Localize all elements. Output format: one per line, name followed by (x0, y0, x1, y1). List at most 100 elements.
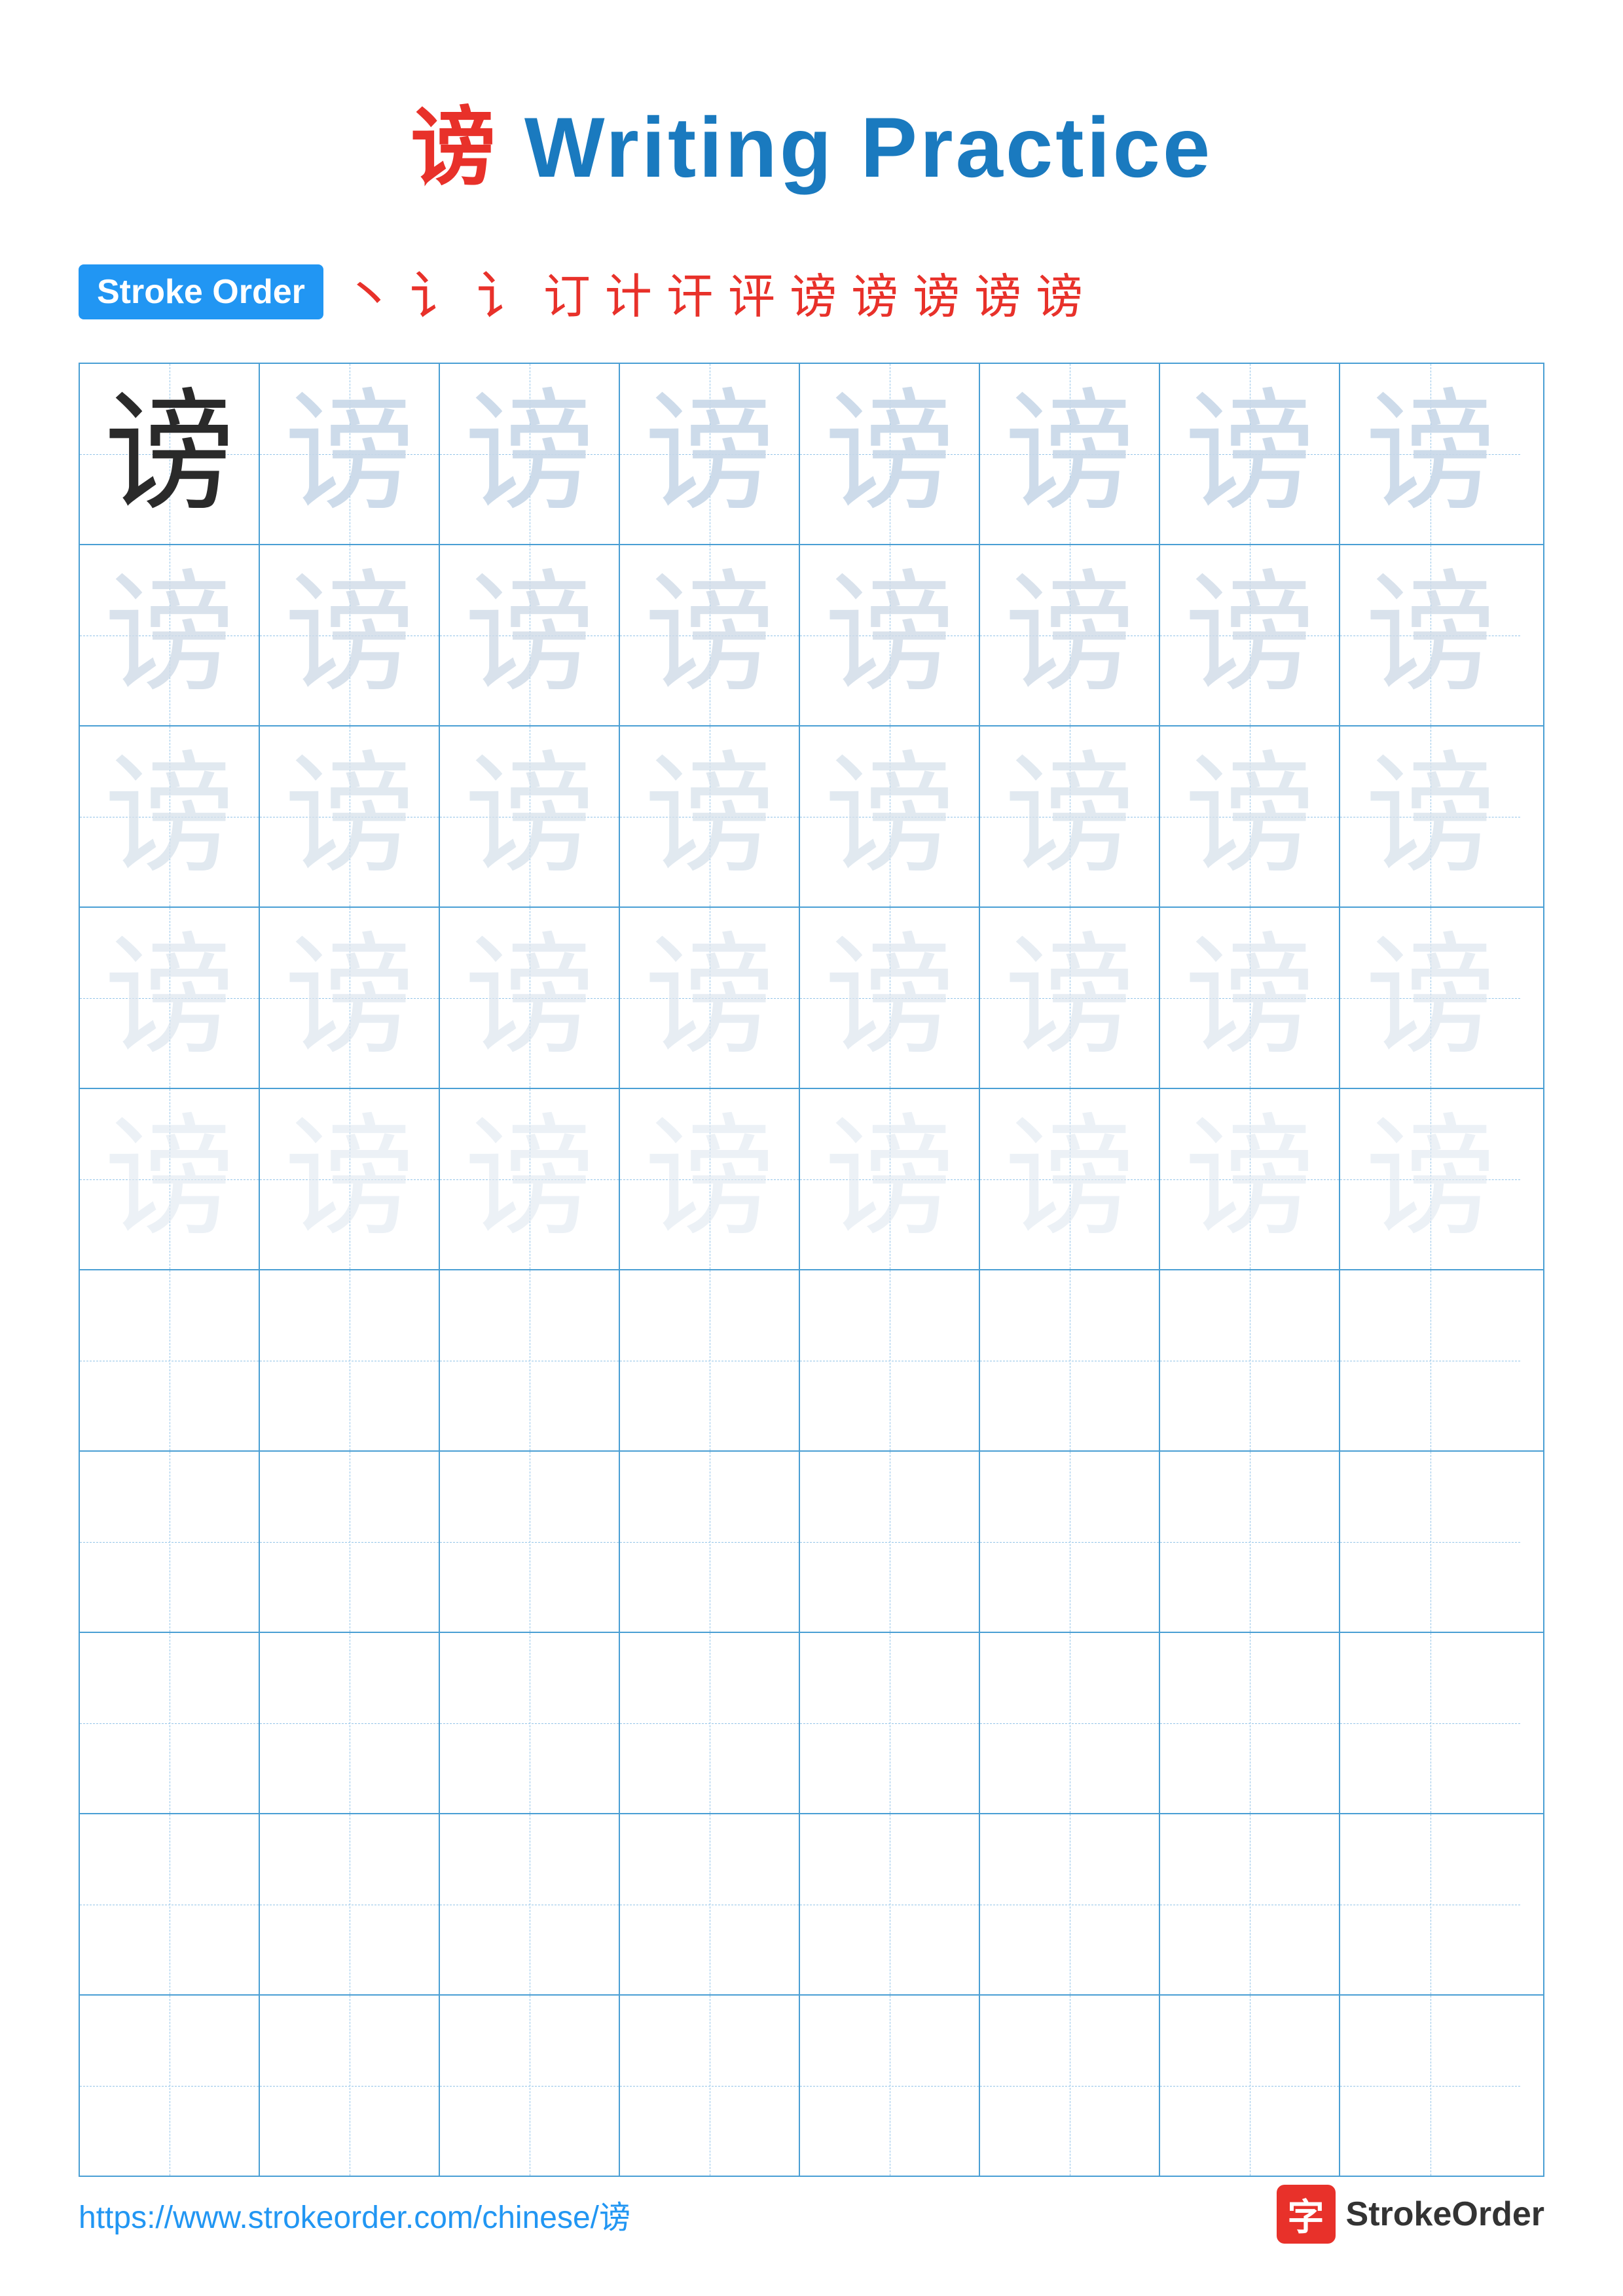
grid-cell: 谤 (620, 545, 800, 725)
grid-cell: 谤 (1160, 545, 1340, 725)
grid-cell: 谤 (260, 545, 440, 725)
grid-cell: 谤 (620, 1089, 800, 1269)
grid-cell[interactable] (800, 1452, 980, 1632)
grid-cell[interactable] (1160, 1996, 1340, 2176)
footer-logo-text: StrokeOrder (1346, 2195, 1544, 2234)
grid-cell[interactable] (1340, 1633, 1520, 1813)
grid-cell: 谤 (1160, 908, 1340, 1088)
grid-row: 谤 谤 谤 谤 谤 谤 谤 谤 (80, 1089, 1543, 1270)
grid-cell[interactable] (620, 1996, 800, 2176)
practice-grid: 谤 谤 谤 谤 谤 谤 谤 谤 谤 谤 谤 谤 谤 谤 谤 谤 谤 谤 谤 谤 … (79, 363, 1544, 2177)
grid-cell: 谤 (1340, 726, 1520, 906)
grid-cell[interactable] (1160, 1452, 1340, 1632)
grid-cell: 谤 (980, 908, 1160, 1088)
grid-cell[interactable] (1340, 1452, 1520, 1632)
grid-cell[interactable] (980, 1452, 1160, 1632)
grid-cell: 谤 (260, 726, 440, 906)
grid-cell: 谤 (980, 1089, 1160, 1269)
grid-cell: 谤 (80, 545, 260, 725)
grid-cell[interactable] (980, 1996, 1160, 2176)
grid-row: 谤 谤 谤 谤 谤 谤 谤 谤 (80, 364, 1543, 545)
grid-cell[interactable] (80, 1270, 260, 1450)
grid-cell[interactable] (440, 1633, 620, 1813)
grid-cell[interactable] (980, 1633, 1160, 1813)
footer-logo: 字 StrokeOrder (1277, 2185, 1544, 2244)
grid-row (80, 1270, 1543, 1452)
grid-row (80, 1633, 1543, 1814)
grid-row (80, 1452, 1543, 1633)
title-english: Writing Practice (498, 99, 1213, 195)
page: 谤 Writing Practice Stroke Order 丶 讠 讠 订 … (0, 0, 1623, 2296)
grid-cell: 谤 (800, 726, 980, 906)
grid-cell: 谤 (260, 908, 440, 1088)
grid-cell[interactable] (440, 1996, 620, 2176)
grid-cell: 谤 (260, 364, 440, 544)
grid-cell[interactable] (800, 1270, 980, 1450)
grid-cell[interactable] (80, 1452, 260, 1632)
grid-cell[interactable] (980, 1270, 1160, 1450)
grid-cell: 谤 (800, 364, 980, 544)
grid-cell: 谤 (80, 908, 260, 1088)
grid-cell[interactable] (260, 1633, 440, 1813)
grid-cell[interactable] (800, 1814, 980, 1994)
grid-cell: 谤 (620, 908, 800, 1088)
grid-cell[interactable] (260, 1996, 440, 2176)
grid-cell[interactable] (1340, 1996, 1520, 2176)
grid-cell[interactable] (80, 1814, 260, 1994)
grid-cell: 谤 (1160, 726, 1340, 906)
grid-cell[interactable] (260, 1270, 440, 1450)
grid-cell[interactable] (800, 1633, 980, 1813)
grid-cell[interactable] (80, 1996, 260, 2176)
stroke-sequence: 丶 讠 讠 订 计 讦 评 谤 谤 谤 谤 谤 (343, 254, 1089, 330)
grid-cell: 谤 (980, 364, 1160, 544)
grid-cell[interactable] (260, 1814, 440, 1994)
grid-cell: 谤 (1160, 1089, 1340, 1269)
grid-cell[interactable] (260, 1452, 440, 1632)
grid-cell: 谤 (1160, 364, 1340, 544)
grid-cell[interactable] (1340, 1814, 1520, 1994)
grid-cell: 谤 (1340, 364, 1520, 544)
grid-cell: 谤 (1340, 1089, 1520, 1269)
grid-cell[interactable] (80, 1633, 260, 1813)
page-title: 谤 Writing Practice (79, 79, 1544, 202)
grid-cell: 谤 (800, 1089, 980, 1269)
grid-cell[interactable] (800, 1996, 980, 2176)
grid-cell: 谤 (80, 364, 260, 544)
footer-url[interactable]: https://www.strokeorder.com/chinese/谤 (79, 2191, 630, 2237)
footer: https://www.strokeorder.com/chinese/谤 字 … (79, 2185, 1544, 2244)
grid-cell[interactable] (440, 1270, 620, 1450)
grid-cell[interactable] (1160, 1270, 1340, 1450)
grid-cell[interactable] (620, 1633, 800, 1813)
grid-cell: 谤 (1340, 545, 1520, 725)
grid-row: 谤 谤 谤 谤 谤 谤 谤 谤 (80, 908, 1543, 1089)
footer-logo-icon: 字 (1277, 2185, 1336, 2244)
grid-cell: 谤 (260, 1089, 440, 1269)
grid-cell[interactable] (980, 1814, 1160, 1994)
grid-cell: 谤 (80, 1089, 260, 1269)
grid-cell: 谤 (620, 364, 800, 544)
grid-cell: 谤 (980, 726, 1160, 906)
grid-row (80, 1996, 1543, 2176)
grid-cell[interactable] (620, 1270, 800, 1450)
grid-cell: 谤 (980, 545, 1160, 725)
grid-cell: 谤 (80, 726, 260, 906)
grid-cell[interactable] (440, 1814, 620, 1994)
grid-cell: 谤 (800, 545, 980, 725)
grid-cell[interactable] (620, 1452, 800, 1632)
grid-cell[interactable] (1340, 1270, 1520, 1450)
grid-cell[interactable] (440, 1452, 620, 1632)
grid-cell[interactable] (1160, 1633, 1340, 1813)
grid-cell: 谤 (440, 364, 620, 544)
grid-row: 谤 谤 谤 谤 谤 谤 谤 谤 (80, 545, 1543, 726)
grid-cell: 谤 (1340, 908, 1520, 1088)
grid-cell[interactable] (1160, 1814, 1340, 1994)
title-chinese: 谤 (410, 99, 498, 195)
grid-cell: 谤 (440, 545, 620, 725)
grid-cell: 谤 (440, 726, 620, 906)
grid-cell: 谤 (620, 726, 800, 906)
grid-row (80, 1814, 1543, 1996)
grid-cell: 谤 (440, 908, 620, 1088)
stroke-order-badge: Stroke Order (79, 264, 323, 319)
grid-cell[interactable] (620, 1814, 800, 1994)
grid-row: 谤 谤 谤 谤 谤 谤 谤 谤 (80, 726, 1543, 908)
